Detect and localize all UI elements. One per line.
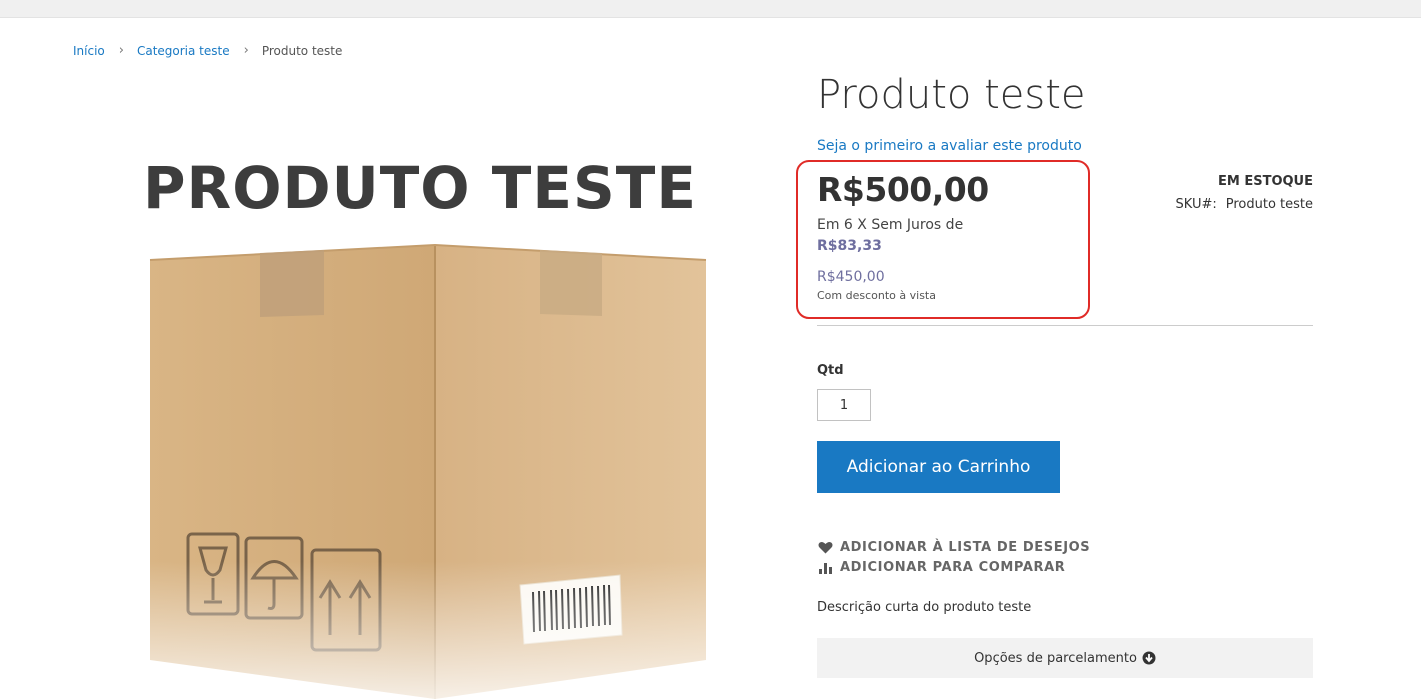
sku-label: SKU#: <box>1175 197 1217 212</box>
product-title: Produto teste <box>817 72 1086 118</box>
first-review-link[interactable]: Seja o primeiro a avaliar este produto <box>817 138 1082 154</box>
breadcrumb-category-link[interactable]: Categoria teste <box>137 44 230 58</box>
installment-options-toggle[interactable]: Opções de parcelamento <box>817 638 1313 678</box>
breadcrumb-current: Produto teste <box>261 43 343 58</box>
sku-value: Produto teste <box>1225 197 1313 212</box>
circle-arrow-down-icon <box>1142 651 1156 665</box>
divider <box>817 325 1313 326</box>
add-to-cart-button[interactable]: Adicionar ao Carrinho <box>817 441 1060 493</box>
installments-text: Em 6 X Sem Juros de <box>817 217 964 233</box>
product-image[interactable]: PRODUTO TESTE <box>120 120 720 699</box>
heart-icon <box>817 541 834 555</box>
breadcrumb-home-link[interactable]: Início <box>73 44 105 58</box>
top-header-bar <box>0 0 1421 18</box>
add-to-wishlist-link[interactable]: ADICIONAR À LISTA DE DESEJOS <box>817 540 1090 555</box>
bar-chart-icon <box>817 561 834 575</box>
compare-label: ADICIONAR PARA COMPARAR <box>840 560 1066 575</box>
breadcrumb: Início › Categoria teste › Produto teste <box>73 43 342 58</box>
cash-discount-note: Com desconto à vista <box>817 289 936 302</box>
wishlist-label: ADICIONAR À LISTA DE DESEJOS <box>840 540 1091 555</box>
sku-info: SKU#: Produto teste <box>1176 197 1313 212</box>
installment-value: R$83,33 <box>817 238 882 254</box>
stock-status: EM ESTOQUE <box>1218 174 1313 189</box>
short-description: Descrição curta do produto teste <box>817 600 1032 615</box>
product-price: R$500,00 <box>817 170 989 209</box>
breadcrumb-separator: › <box>118 43 124 58</box>
add-to-compare-link[interactable]: ADICIONAR PARA COMPARAR <box>817 560 1065 575</box>
breadcrumb-separator: › <box>243 43 249 58</box>
qty-input[interactable] <box>817 389 871 421</box>
qty-label: Qtd <box>817 363 844 378</box>
product-image-title: PRODUTO TESTE <box>143 154 697 222</box>
installment-options-label: Opções de parcelamento <box>974 650 1137 666</box>
cash-price: R$450,00 <box>817 269 885 285</box>
